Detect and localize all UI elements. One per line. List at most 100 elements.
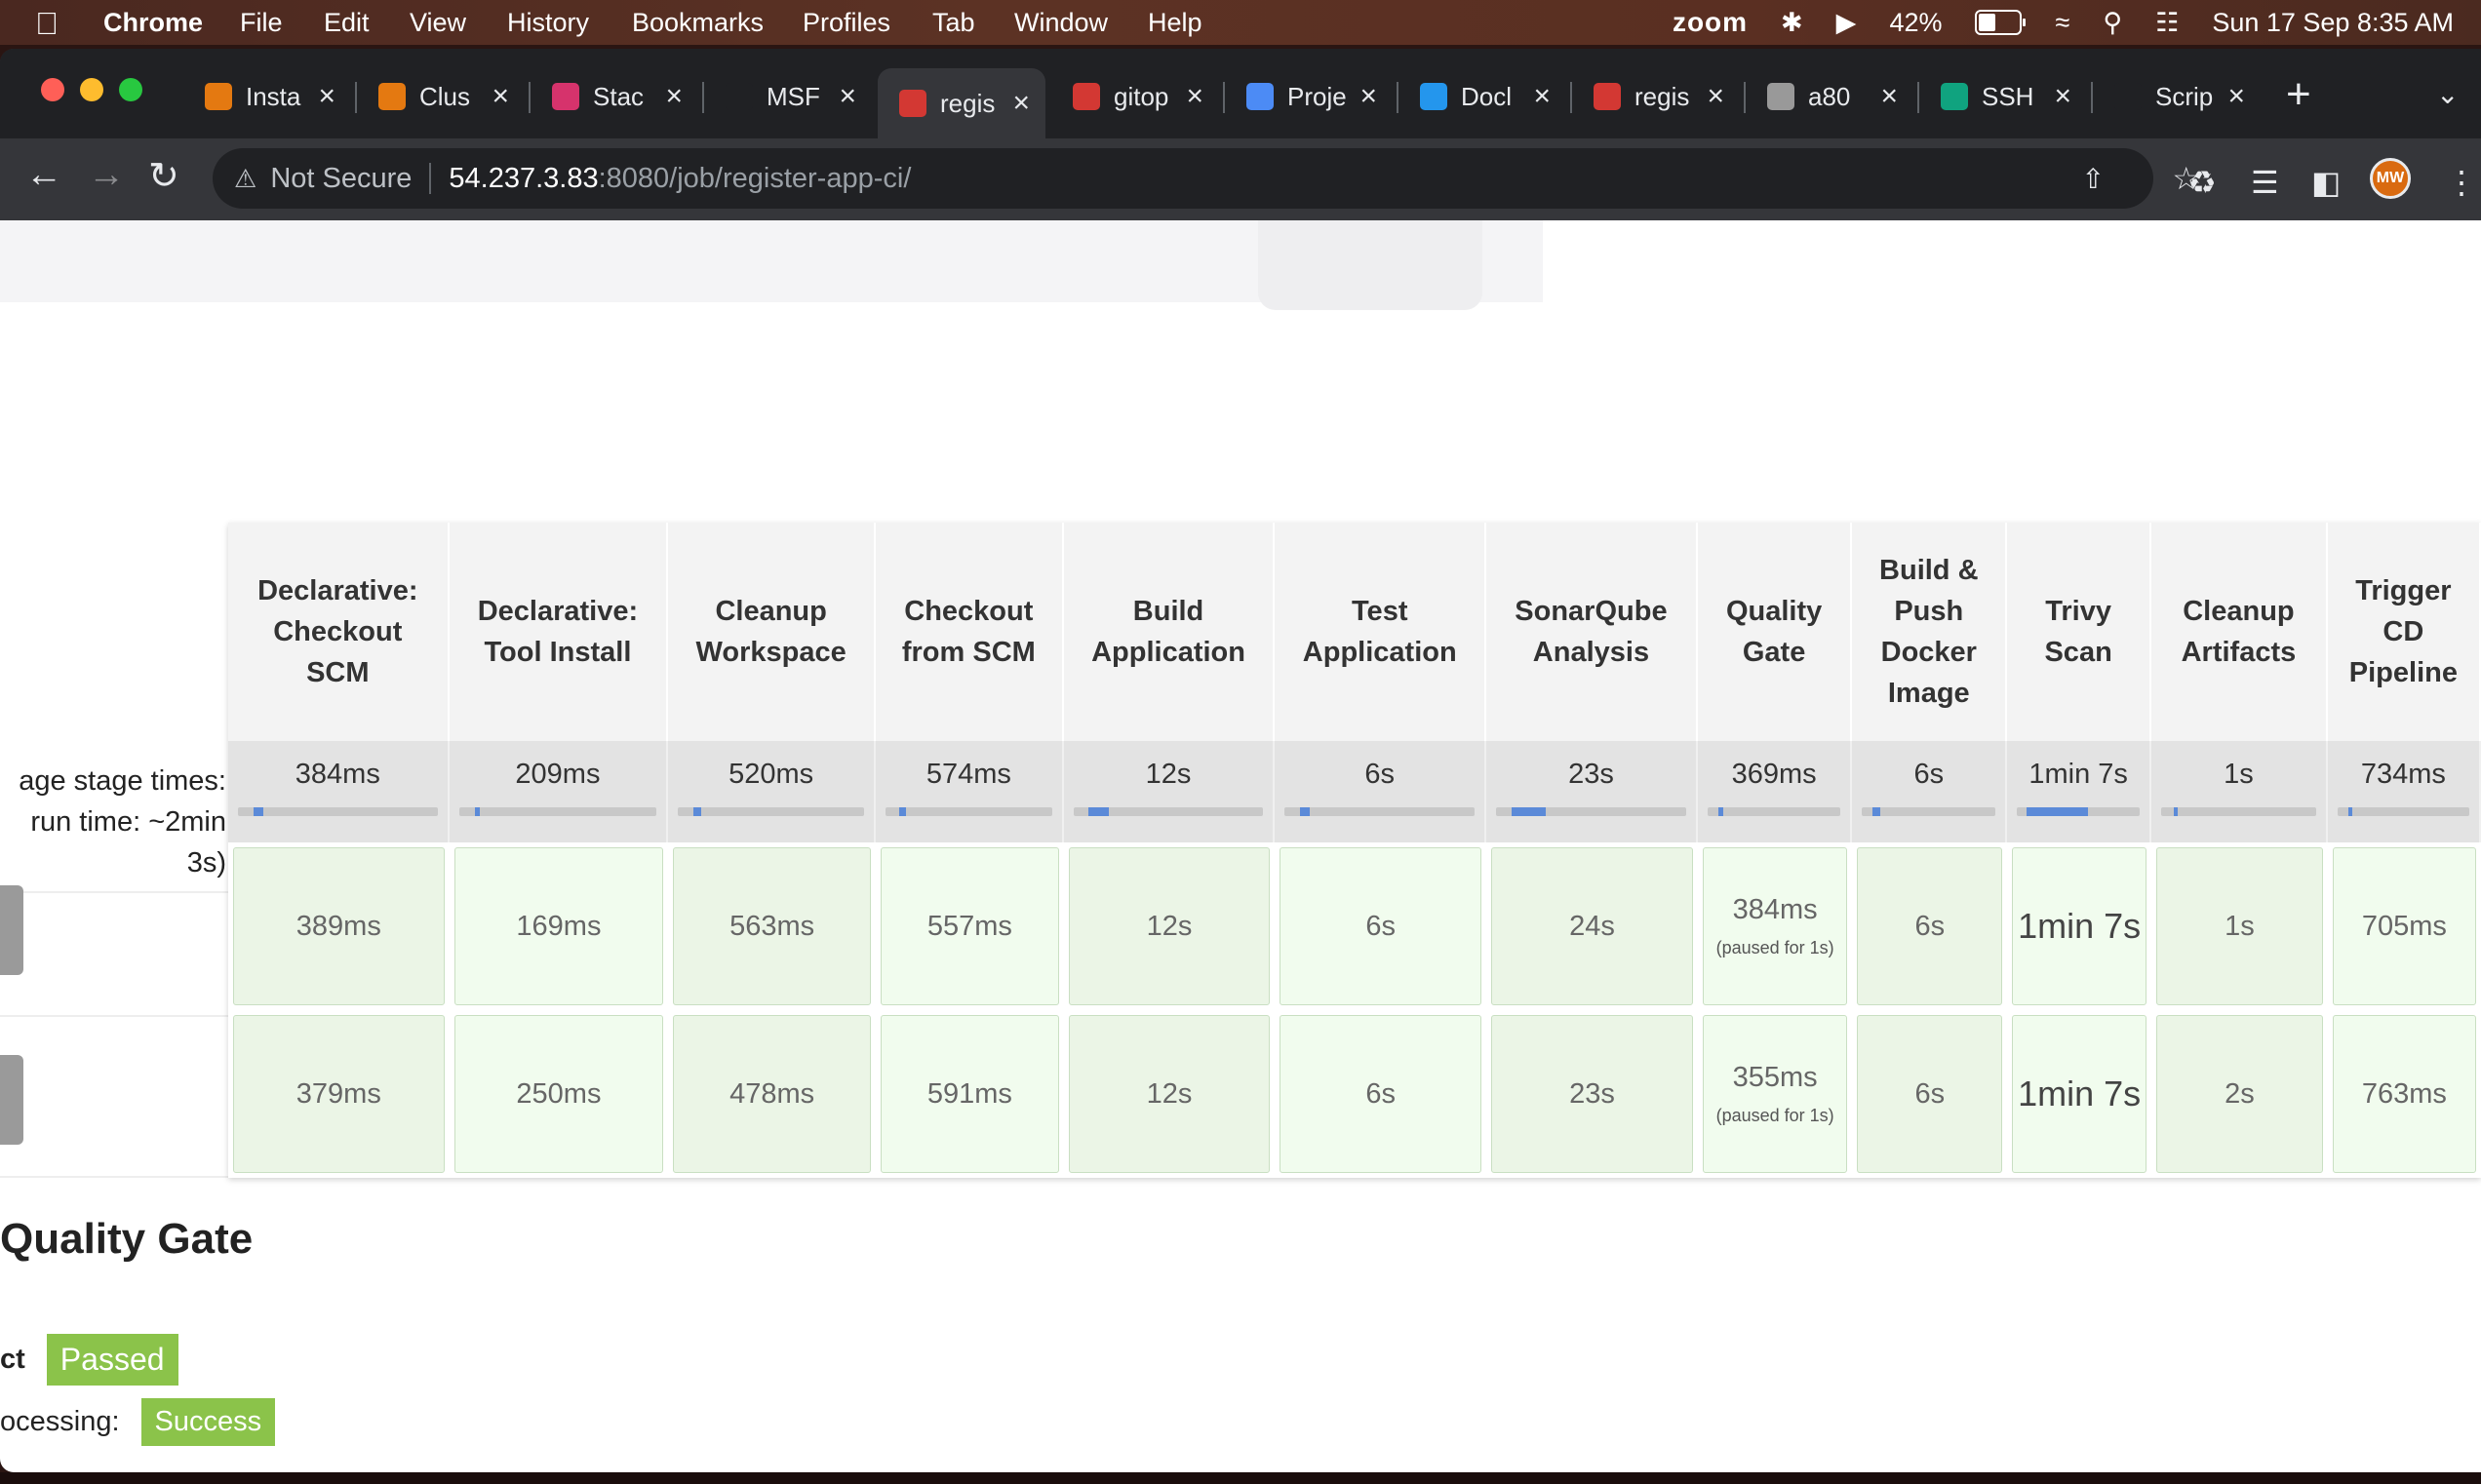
stage-run-cell[interactable]: 24s (1486, 842, 1698, 1010)
stage-run-cell[interactable]: 6s (1275, 842, 1487, 1010)
menu-view[interactable]: View (410, 8, 466, 38)
stage-run-cell[interactable]: 1min 7s (2007, 842, 2152, 1010)
close-window-button[interactable] (41, 78, 64, 101)
stage-run-box[interactable]: 6s (1280, 1015, 1482, 1173)
tab-close-icon[interactable]: × (1533, 80, 1551, 113)
address-bar[interactable]: ⚠ Not Secure 54.237.3.83:8080/job/regist… (213, 148, 2200, 209)
zoom-status-icon[interactable]: zoom (1673, 7, 1748, 38)
extensions-puzzle-icon[interactable]: ♻ (2188, 164, 2217, 201)
apple-menu-icon[interactable]:  (35, 6, 59, 42)
stage-run-box[interactable]: 24s (1491, 847, 1693, 1005)
stage-run-cell[interactable]: 705ms (2327, 842, 2481, 1010)
stage-run-cell[interactable]: 1min 7s (2007, 1010, 2152, 1178)
control-center-icon[interactable]: ☷ (2155, 8, 2179, 38)
stage-run-cell[interactable]: 12s (1063, 1010, 1276, 1178)
tab-close-icon[interactable]: × (1012, 87, 1030, 120)
url-host[interactable]: 54.237.3.83 (449, 163, 598, 195)
menu-help[interactable]: Help (1148, 8, 1202, 38)
stage-run-box[interactable]: 478ms (673, 1015, 872, 1173)
stage-run-box[interactable]: 389ms (233, 847, 445, 1005)
stage-run-cell[interactable]: 6s (1852, 1010, 2008, 1178)
stage-run-cell[interactable]: 6s (1275, 1010, 1487, 1178)
stage-run-box[interactable]: 169ms (453, 847, 664, 1005)
stage-run-cell[interactable]: 591ms (876, 1010, 1064, 1178)
menu-bar-clock[interactable]: Sun 17 Sep 8:35 AM (2212, 8, 2454, 38)
media-play-icon[interactable]: ▶ (1836, 8, 1857, 38)
menu-window[interactable]: Window (1014, 8, 1108, 38)
media-queue-icon[interactable]: ☰ (2251, 164, 2279, 201)
stage-run-cell[interactable]: 12s (1063, 842, 1276, 1010)
stage-run-cell[interactable]: 478ms (668, 1010, 877, 1178)
stage-run-box[interactable]: 355ms (paused for 1s) (1702, 1015, 1848, 1173)
stage-run-box[interactable]: 379ms (233, 1015, 445, 1173)
browser-tab[interactable]: gitop × (1051, 68, 1219, 125)
zoom-window-button[interactable] (119, 78, 142, 101)
stage-run-box[interactable]: 2s (2156, 1015, 2323, 1173)
back-button[interactable]: ← (25, 154, 62, 196)
tab-close-icon[interactable]: × (1880, 80, 1898, 113)
browser-tab[interactable]: SSH × (1919, 68, 2087, 125)
stage-run-box[interactable]: 557ms (881, 847, 1059, 1005)
side-panel-icon[interactable]: ◧ (2311, 164, 2341, 201)
stage-run-box[interactable]: 1s (2156, 847, 2323, 1005)
browser-tab[interactable]: Scrip × (2093, 68, 2261, 125)
stage-run-cell[interactable]: 763ms (2327, 1010, 2481, 1178)
stage-run-box[interactable]: 12s (1068, 1015, 1271, 1173)
stage-run-box[interactable]: 12s (1068, 847, 1271, 1005)
stage-run-box[interactable]: 6s (1857, 847, 2003, 1005)
tab-search-chevron-icon[interactable]: ⌄ (2436, 78, 2459, 110)
new-tab-button[interactable]: + (2286, 70, 2311, 119)
bluetooth-icon[interactable]: ✱ (1781, 8, 1803, 38)
browser-tab[interactable]: Clus × (357, 68, 525, 125)
stage-run-cell[interactable]: 355ms (paused for 1s) (1697, 1010, 1853, 1178)
browser-tab[interactable]: MSF × (704, 68, 872, 125)
url-path[interactable]: :8080/job/register-app-ci/ (599, 163, 912, 195)
menu-history[interactable]: History (507, 8, 589, 38)
menu-bookmarks[interactable]: Bookmarks (632, 8, 764, 38)
tab-close-icon[interactable]: × (1707, 80, 1724, 113)
tab-close-icon[interactable]: × (839, 80, 856, 113)
stage-run-cell[interactable]: 23s (1486, 1010, 1698, 1178)
spotlight-search-icon[interactable]: ⚲ (2103, 8, 2122, 38)
stage-run-cell[interactable]: 250ms (449, 1010, 669, 1178)
browser-tab[interactable]: regis × (878, 68, 1045, 138)
stage-run-cell[interactable]: 557ms (876, 842, 1064, 1010)
profile-avatar[interactable]: MW (2370, 158, 2411, 199)
stage-run-cell[interactable]: 384ms (paused for 1s) (1697, 842, 1853, 1010)
menu-edit[interactable]: Edit (324, 8, 370, 38)
battery-percent[interactable]: 42% (1889, 8, 1942, 38)
stage-run-box[interactable]: 6s (1857, 1015, 2003, 1173)
tab-close-icon[interactable]: × (492, 80, 509, 113)
browser-tab[interactable]: Stac × (531, 68, 698, 125)
stage-run-box[interactable]: 763ms (2332, 1015, 2476, 1173)
stage-run-cell[interactable]: 389ms (228, 842, 450, 1010)
stage-run-cell[interactable]: 379ms (228, 1010, 450, 1178)
reload-button[interactable]: ↻ (148, 154, 179, 198)
app-name-menu[interactable]: Chrome (103, 8, 203, 38)
warning-icon[interactable]: ⚠ (234, 164, 256, 194)
stage-run-cell[interactable]: 169ms (449, 842, 669, 1010)
tab-close-icon[interactable]: × (1359, 80, 1377, 113)
stage-run-box[interactable]: 705ms (2332, 847, 2476, 1005)
tab-close-icon[interactable]: × (665, 80, 683, 113)
stage-run-box[interactable]: 563ms (673, 847, 872, 1005)
stage-run-box[interactable]: 384ms (paused for 1s) (1702, 847, 1848, 1005)
menu-tab[interactable]: Tab (932, 8, 975, 38)
tab-close-icon[interactable]: × (2054, 80, 2071, 113)
forward-button[interactable]: → (88, 154, 125, 196)
stage-run-cell[interactable]: 563ms (668, 842, 877, 1010)
stage-run-box[interactable]: 1min 7s (2012, 847, 2147, 1005)
battery-icon[interactable] (1975, 10, 2027, 35)
stage-run-box[interactable]: 23s (1491, 1015, 1693, 1173)
share-icon[interactable]: ⇧ (2082, 163, 2105, 195)
menu-file[interactable]: File (240, 8, 283, 38)
stage-run-cell[interactable]: 2s (2151, 1010, 2328, 1178)
tab-close-icon[interactable]: × (1186, 80, 1203, 113)
build-row-button[interactable] (0, 885, 23, 975)
more-menu-icon[interactable]: ⋮ (2446, 164, 2477, 201)
build-row-button[interactable] (0, 1055, 23, 1145)
browser-tab[interactable]: a80 × (1746, 68, 1913, 125)
browser-tab[interactable]: Docl × (1398, 68, 1566, 125)
stage-run-box[interactable]: 250ms (453, 1015, 664, 1173)
browser-tab[interactable]: Insta × (183, 68, 351, 125)
